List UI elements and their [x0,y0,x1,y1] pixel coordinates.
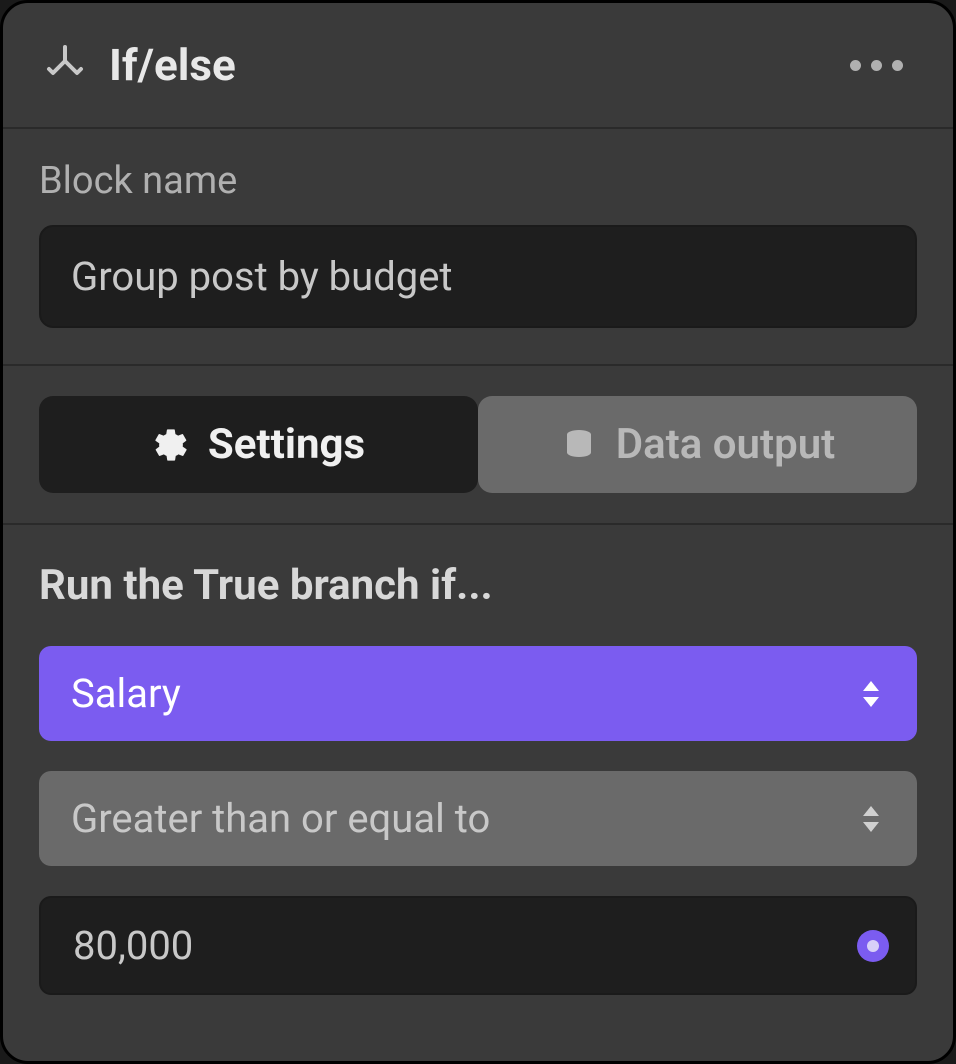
block-name-section: Block name [3,129,953,366]
variable-indicator-icon[interactable] [857,930,889,962]
block-name-input[interactable] [39,225,917,328]
value-input-wrapper [39,896,917,995]
tab-settings-label: Settings [208,420,365,469]
updown-arrows-icon [857,801,885,837]
block-name-label: Block name [39,159,917,203]
database-icon [560,426,598,464]
more-options-button[interactable] [840,50,913,81]
panel-header: If/else [3,3,953,129]
operator-select[interactable]: Greater than or equal to [39,771,917,866]
tab-settings[interactable]: Settings [39,396,478,493]
tab-bar: Settings Data output [3,366,953,525]
operator-select-value: Greater than or equal to [71,795,490,842]
branch-icon [43,43,87,87]
ifelse-panel: If/else Block name Settings [0,0,956,1064]
tab-data-output-label: Data output [616,420,836,469]
tab-data-output[interactable]: Data output [478,396,917,493]
condition-title: Run the True branch if... [39,561,917,610]
updown-arrows-icon [857,676,885,712]
condition-section: Run the True branch if... Salary Greater… [3,525,953,1031]
panel-title: If/else [109,39,840,91]
field-select[interactable]: Salary [39,646,917,741]
gear-icon [152,426,190,464]
dots-icon [850,60,861,71]
value-input[interactable] [39,896,917,995]
field-select-value: Salary [71,670,181,717]
